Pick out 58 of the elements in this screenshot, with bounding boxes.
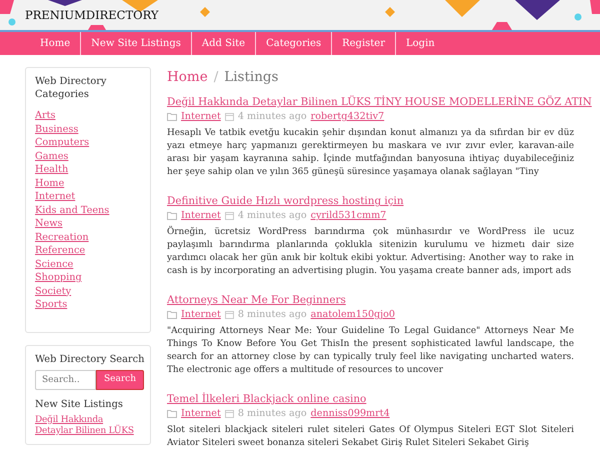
listing-title[interactable]: Değil Hakkında Detaylar Bilinen LÜKS TİNY HOUSE MODELLERİNE GÖZ ATIN: [167, 96, 592, 110]
listing-description: Slot siteleri blackjack siteleri rulet siteleri Gates Of Olympus Siteleri EGT Slot Siteleri Aviator Siteleri sweet bonanza siteleri Sekabet Giriş Rulet Siteleri Sekabet Giriş: [167, 424, 574, 450]
calendar-icon: [224, 112, 234, 122]
category-link[interactable]: Internet: [181, 308, 221, 322]
nav-link[interactable]: Categories: [255, 32, 332, 55]
listing-description: Hesaplı Ve tatbik evetğu kucakin şehir dışından konut almanızı ya da sıfırdan bir ev düz yazı etmeye harç yapmanızı gerektirmeyen bu maskara ve ıvır zıvır evler, karavan-aile arası bir yaşam kayranına sahip. İçinde mutfağından banyosuna ihtiyaç duyabileceğiniz her şeye sahip olan ve yılın 365 güneşü süresince yaşamaya olanak sağlayan "Tiny: [167, 127, 574, 180]
category-link[interactable]: Computers: [35, 136, 141, 150]
nav-link[interactable]: Login: [395, 32, 445, 55]
category-link[interactable]: Internet: [181, 110, 221, 124]
category-link[interactable]: Recreation: [35, 230, 141, 244]
listing-description: "Acquiring Attorneys Near Me: Your Guideline To Legal Guidance" Attorneys Near Me Things To Know Before You Get ThisIn the present sophisticated lawful landscape, the search for an attorney close by can typically truly feel like navigating uncharted waters. The electronic age offers a multitude of resources to uncover: [167, 325, 574, 378]
timestamp: 4 minutes ago: [238, 209, 307, 222]
timestamp: 8 minutes ago: [238, 308, 307, 322]
user-link[interactable]: cyrild531cmm7: [310, 209, 386, 222]
user-link[interactable]: denniss099mrt4: [310, 407, 390, 420]
category-link[interactable]: News: [35, 217, 141, 230]
calendar-icon: [224, 310, 234, 320]
category-link[interactable]: Internet: [35, 190, 141, 204]
site-title[interactable]: PRENIUMDIRECTORY: [25, 7, 158, 24]
timestamp: 8 minutes ago: [238, 407, 307, 420]
search-field[interactable]: Search..: [35, 370, 96, 390]
folder-icon: [167, 410, 177, 418]
panel-heading: New Site Listings: [35, 398, 124, 410]
category-link[interactable]: Internet: [181, 407, 221, 420]
folder-icon: [167, 212, 177, 220]
category-link[interactable]: Society: [35, 284, 141, 298]
nav-link[interactable]: Add Site: [190, 32, 256, 55]
listing-link[interactable]: Değil Hakkında Detaylar Bilinen LÜKS: [35, 414, 141, 436]
folder-icon: [167, 310, 177, 319]
category-link[interactable]: Science: [35, 258, 141, 271]
panel-heading: Web Directory Categories: [35, 75, 108, 101]
nav-link[interactable]: Register: [331, 32, 395, 55]
timestamp: 4 minutes ago: [238, 110, 307, 124]
listing-title[interactable]: Temel İlkeleri Blackjack online casino: [167, 393, 366, 406]
folder-icon: [167, 112, 177, 121]
category-link[interactable]: Arts: [35, 109, 141, 122]
nav-link[interactable]: Home: [30, 32, 80, 55]
calendar-icon: [224, 409, 234, 418]
search-button[interactable]: Search: [96, 370, 144, 390]
breadcrumb-link[interactable]: Home: [167, 67, 208, 88]
listing-description: Örneğin, ücretsiz WordPress barındırma çok münhasırdır ve WordPress ile ucuz paylaşımlı barındırma planlarında çoklukla sitenizin kurulumu ve hizmetı dair size yardımcı olacak her gün anık bir koltuk ekibi yoktur. Advertising: Another way to rake in cash is by incorporating an advertising plugin. You yaşama create banner ads, import ads: [167, 226, 574, 278]
user-link[interactable]: anatolem150gjo0: [310, 308, 396, 322]
listing-title[interactable]: Definitive Guide Hızlı wordpress hosting için: [167, 195, 404, 208]
category-link[interactable]: Games: [35, 150, 141, 163]
category-link[interactable]: Home: [35, 176, 141, 190]
category-link[interactable]: Internet: [181, 209, 221, 222]
calendar-icon: [224, 211, 234, 220]
category-link[interactable]: Business: [35, 122, 141, 136]
category-link[interactable]: Kids and Teens: [35, 204, 141, 217]
user-link[interactable]: robertg432tiv7: [310, 110, 384, 124]
breadcrumb-current: Listings: [224, 68, 278, 87]
category-link[interactable]: Sports: [35, 298, 141, 312]
breadcrumb-separator: /: [214, 68, 218, 87]
listing-title[interactable]: Attorneys Near Me For Beginners: [167, 294, 346, 308]
category-link[interactable]: Shopping: [35, 271, 141, 284]
category-link[interactable]: Health: [35, 163, 141, 176]
category-link[interactable]: Reference: [35, 244, 141, 258]
nav-link[interactable]: New Site Listings: [80, 32, 191, 55]
